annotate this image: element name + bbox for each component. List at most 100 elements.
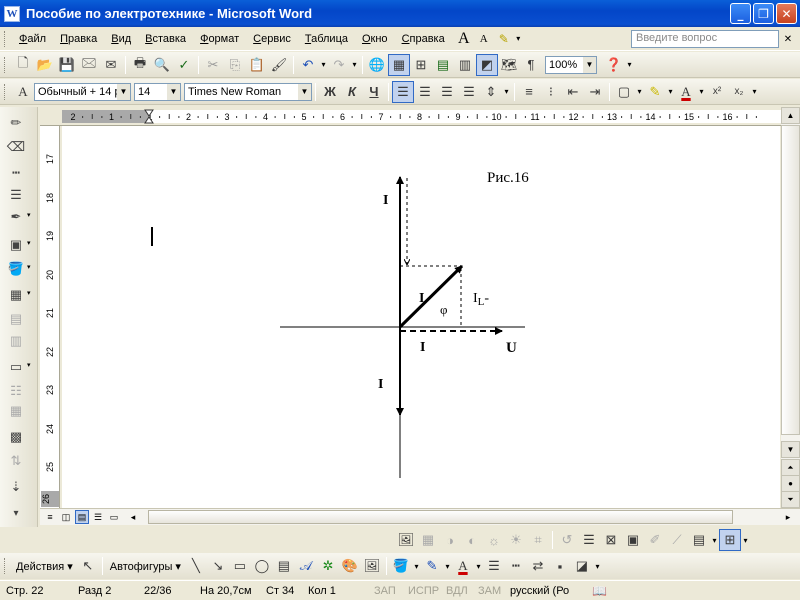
compress-icon[interactable]: ⊠ [600, 529, 622, 551]
insert-picture-icon[interactable]: 🖼 [361, 555, 383, 577]
subscript-icon[interactable]: x₂ [728, 81, 750, 103]
style-select[interactable]: Обычный + 14 р ▼ [34, 82, 131, 101]
web-view-icon[interactable]: ◫ [59, 510, 73, 524]
align-center-icon[interactable]: ☰ [414, 81, 436, 103]
email-icon[interactable]: ✉ [100, 54, 122, 76]
crop-icon[interactable]: ⌗ [527, 529, 549, 551]
align-left-icon[interactable]: ☰ [392, 80, 414, 103]
minimize-button[interactable]: _ [730, 3, 751, 24]
autoshapes-menu[interactable]: Автофигуры ▾ [106, 560, 185, 573]
rotate-icon[interactable]: ↺ [556, 529, 578, 551]
insert-excel-icon[interactable]: ▤ [432, 54, 454, 76]
spelling-icon[interactable]: ✓ [173, 54, 195, 76]
chevron-down-icon[interactable]: ▾ [412, 562, 421, 571]
horizontal-scrollbar-thumb[interactable] [148, 510, 733, 524]
font-color-icon[interactable]: A [675, 81, 697, 103]
chevron-down-icon[interactable]: ▾ [27, 289, 36, 297]
save-icon[interactable]: 💾 [56, 54, 78, 76]
menu-edit[interactable]: Правка [53, 31, 104, 47]
arrow-tool-icon[interactable]: ↘ [207, 555, 229, 577]
diagram-icon[interactable]: ✲ [317, 555, 339, 577]
chevron-down-icon[interactable]: ▾ [666, 87, 675, 96]
font-size-select[interactable]: 14 ▼ [134, 82, 181, 101]
browse-object-icon[interactable]: ● [781, 475, 800, 492]
scroll-up-icon[interactable]: ▲ [781, 107, 800, 124]
toolbar-grip[interactable] [4, 83, 7, 100]
split-cells-icon[interactable]: ▥ [5, 331, 27, 351]
line-color-icon[interactable]: ✎ [421, 555, 443, 577]
chevron-down-icon[interactable]: ▼ [298, 83, 311, 100]
shadow-style-icon[interactable]: ▪ [549, 555, 571, 577]
chevron-down-icon[interactable]: ▾ [741, 536, 750, 545]
chevron-down-icon[interactable]: ▾ [750, 87, 759, 96]
chevron-down-icon[interactable]: ▾ [697, 87, 706, 96]
grid-icon[interactable]: ⊞ [719, 529, 741, 551]
undo-icon[interactable]: ↶ [297, 54, 319, 76]
columns-icon[interactable]: ▥ [454, 54, 476, 76]
chevron-down-icon[interactable]: ▾ [635, 87, 644, 96]
chevron-down-icon[interactable]: ▾ [625, 60, 634, 69]
chevron-down-icon[interactable]: ▾ [710, 536, 719, 545]
chevron-down-icon[interactable]: ▾ [27, 263, 36, 271]
chevron-down-icon[interactable]: ▾ [27, 361, 36, 369]
browse-prev-icon[interactable]: ⏶ [781, 459, 800, 476]
chevron-down-icon[interactable]: ▼ [583, 56, 596, 73]
table-autoformat-icon[interactable]: ▩ [5, 427, 27, 447]
toolbar-grip[interactable] [4, 30, 7, 47]
bold-button[interactable]: Ж [319, 81, 341, 103]
border-color-icon[interactable]: ✒ [5, 207, 27, 227]
distribute-columns-icon[interactable]: ▦ [5, 401, 27, 421]
line-style-icon[interactable]: ☰ [578, 529, 600, 551]
toolbar-grip[interactable] [4, 56, 7, 73]
chevron-down-icon[interactable]: ▾ [514, 34, 523, 43]
borders-icon[interactable]: ▢ [613, 81, 635, 103]
print-layout-icon[interactable]: ▤ [75, 510, 89, 524]
chevron-down-icon[interactable]: ▾ [474, 562, 483, 571]
superscript-icon[interactable]: x² [706, 81, 728, 103]
zoom-select[interactable]: 100% ▼ [545, 55, 597, 74]
highlight-color-icon[interactable]: ✎ [644, 81, 666, 103]
toolbar-grip[interactable] [4, 558, 7, 574]
spelling-status-icon[interactable]: 📖 [586, 584, 613, 598]
close-document-icon[interactable]: ✕ [781, 30, 795, 48]
menu-format[interactable]: Формат [193, 31, 246, 47]
insert-table-icon[interactable]: ▦ [5, 285, 27, 305]
chevron-down-icon[interactable]: ▾ [443, 562, 452, 571]
menu-file[interactable]: Файл [12, 31, 53, 47]
font-name-select[interactable]: Times New Roman ▼ [184, 82, 312, 101]
document-map-icon[interactable]: 🗺 [498, 54, 520, 76]
reading-view-icon[interactable]: ▭ [107, 510, 121, 524]
less-brightness-icon[interactable]: ☀ [505, 529, 527, 551]
chevron-down-icon[interactable]: ▼ [167, 83, 180, 100]
line-style-icon[interactable]: ┅ [5, 163, 27, 183]
chevron-down-icon[interactable]: ▼ [117, 83, 130, 100]
select-objects-icon[interactable]: ↖ [77, 555, 99, 577]
scroll-down-icon[interactable]: ▼ [781, 441, 800, 458]
scrollbar-thumb[interactable] [781, 125, 800, 435]
dash-style-icon[interactable]: ┅ [505, 555, 527, 577]
line-spacing-icon[interactable]: ⇕ [480, 81, 502, 103]
browse-next-icon[interactable]: ⏷ [781, 491, 800, 508]
text-wrapping-icon[interactable]: ▣ [622, 529, 644, 551]
menu-window[interactable]: Окно [355, 31, 395, 47]
text-box-icon[interactable]: ▤ [273, 555, 295, 577]
numbering-icon[interactable]: ≡ [518, 81, 540, 103]
sort-icon[interactable]: ⇣ [5, 477, 27, 497]
status-record-macro[interactable]: ЗАП [368, 585, 402, 597]
shrink-font-icon[interactable]: A [474, 29, 494, 49]
vertical-scrollbar[interactable]: ▲ ▼ ⏶ ● ⏷ [781, 107, 800, 508]
draw-table-pencil-icon[interactable]: ✏ [5, 113, 27, 133]
status-overtype[interactable]: ЗАМ [472, 585, 504, 597]
format-picture-icon[interactable]: ✐ [644, 529, 666, 551]
set-transparent-icon[interactable]: ⟋ [666, 529, 688, 551]
arrow-style-icon[interactable]: ⇄ [527, 555, 549, 577]
grow-font-icon[interactable]: A [454, 29, 474, 49]
chevron-down-icon[interactable]: ▾ [319, 60, 328, 69]
eraser-icon[interactable]: ⌫ [5, 137, 27, 157]
increase-indent-icon[interactable]: ⇥ [584, 81, 606, 103]
more-buttons-icon[interactable]: ▾ [5, 503, 27, 523]
new-document-icon[interactable]: 🗋 [12, 54, 34, 76]
more-brightness-icon[interactable]: ☼ [483, 529, 505, 551]
insert-picture-icon[interactable]: 🖼 [395, 529, 417, 551]
shading-color-icon[interactable]: 🪣 [5, 259, 27, 279]
